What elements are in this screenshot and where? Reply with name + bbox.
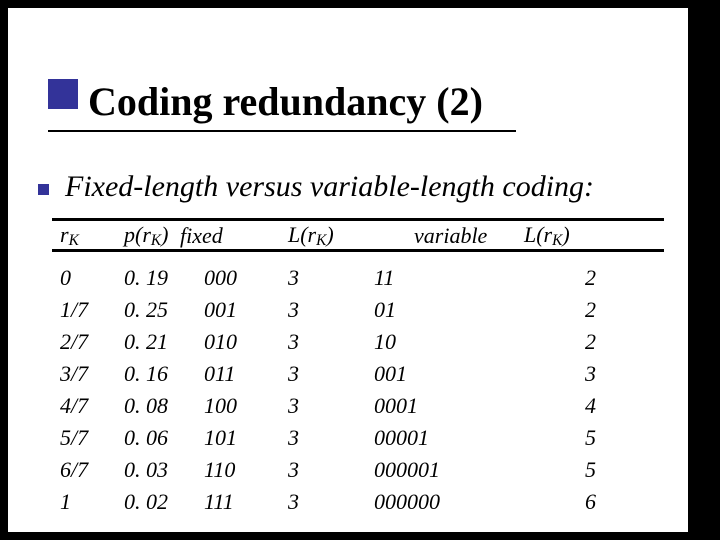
table-row: 1/70. 250013012	[54, 294, 664, 326]
cell-fixed: 110	[204, 457, 288, 483]
cell-prk: 0. 25	[124, 297, 204, 323]
header-l1-suffix: )	[326, 222, 333, 247]
cell-fixed: 010	[204, 329, 288, 355]
slide: Coding redundancy (2) Fixed-length versu…	[8, 8, 688, 532]
cell-l2: 2	[524, 297, 620, 323]
cell-l2: 6	[524, 489, 620, 515]
cell-l1: 3	[288, 361, 374, 387]
cell-rk: 1/7	[54, 297, 124, 323]
header-rk-base: r	[60, 222, 69, 247]
cell-prk: 0. 19	[124, 265, 204, 291]
header-rk-sub: K	[69, 232, 79, 249]
cell-l1: 3	[288, 265, 374, 291]
cell-l2: 4	[524, 393, 620, 419]
cell-fixed: 000	[204, 265, 288, 291]
header-l1-sub: K	[316, 232, 326, 249]
cell-fixed: 001	[204, 297, 288, 323]
cell-l1: 3	[288, 297, 374, 323]
table-row: 10. 0211130000006	[54, 486, 664, 518]
cell-prk: 0. 08	[124, 393, 204, 419]
cell-l2: 5	[524, 425, 620, 451]
cell-l2: 3	[524, 361, 620, 387]
cell-var: 10	[374, 329, 524, 355]
cell-prk: 0. 16	[124, 361, 204, 387]
header-prk-suffix: )	[161, 222, 168, 247]
header-l2-prefix: L(r	[524, 222, 552, 247]
cell-l2: 5	[524, 457, 620, 483]
cell-var: 0001	[374, 393, 524, 419]
header-l1-prefix: L(r	[288, 222, 316, 247]
cell-var: 000001	[374, 457, 524, 483]
cell-l2: 2	[524, 265, 620, 291]
cell-prk: 0. 03	[124, 457, 204, 483]
table-row: 3/70. 1601130013	[54, 358, 664, 390]
cell-rk: 0	[54, 265, 124, 291]
cell-l1: 3	[288, 457, 374, 483]
cell-fixed: 111	[204, 489, 288, 515]
cell-l1: 3	[288, 425, 374, 451]
header-rk: rK	[54, 222, 124, 250]
cell-var: 000000	[374, 489, 524, 515]
cell-var: 01	[374, 297, 524, 323]
coding-table: rK p(rK) fixed L(rK) variable L(rK) 00. …	[54, 220, 664, 518]
header-prk-prefix: p(r	[124, 222, 151, 247]
cell-prk: 0. 02	[124, 489, 204, 515]
header-prk-sub: K	[151, 232, 161, 249]
square-bullet-small-icon	[38, 184, 49, 195]
table-row: 00. 190003112	[54, 262, 664, 294]
cell-rk: 4/7	[54, 393, 124, 419]
table-row: 4/70. 08100300014	[54, 390, 664, 422]
cell-l1: 3	[288, 393, 374, 419]
cell-var: 001	[374, 361, 524, 387]
page-number: 8	[704, 498, 712, 514]
cell-fixed: 011	[204, 361, 288, 387]
header-fixed: fixed	[204, 223, 288, 249]
header-fixed-label: fixed	[180, 223, 223, 248]
table-header-row: rK p(rK) fixed L(rK) variable L(rK)	[54, 220, 664, 252]
cell-l1: 3	[288, 329, 374, 355]
cell-rk: 5/7	[54, 425, 124, 451]
cell-rk: 1	[54, 489, 124, 515]
table-body: 00. 1900031121/70. 2500130122/70. 210103…	[54, 262, 664, 518]
cell-l1: 3	[288, 489, 374, 515]
header-l2-sub: K	[552, 232, 562, 249]
cell-l2: 2	[524, 329, 620, 355]
cell-rk: 6/7	[54, 457, 124, 483]
header-l2-suffix: )	[562, 222, 569, 247]
square-bullet-icon	[48, 79, 78, 109]
table-row: 6/70. 0311030000015	[54, 454, 664, 486]
slide-title: Coding redundancy (2)	[88, 79, 483, 124]
subtitle-text: Fixed-length versus variable-length codi…	[65, 170, 594, 203]
cell-fixed: 101	[204, 425, 288, 451]
cell-rk: 2/7	[54, 329, 124, 355]
cell-var: 11	[374, 265, 524, 291]
subtitle-wrap: Fixed-length versus variable-length codi…	[38, 170, 678, 204]
table-row: 5/70. 061013000015	[54, 422, 664, 454]
cell-prk: 0. 06	[124, 425, 204, 451]
cell-fixed: 100	[204, 393, 288, 419]
table-row: 2/70. 210103102	[54, 326, 664, 358]
header-l2: L(rK)	[524, 222, 620, 250]
header-l1: L(rK)	[288, 222, 374, 250]
header-variable: variable	[374, 223, 524, 249]
cell-rk: 3/7	[54, 361, 124, 387]
cell-var: 00001	[374, 425, 524, 451]
title-wrap: Coding redundancy (2)	[48, 78, 648, 125]
title-underline	[48, 130, 516, 132]
table-header-gap	[54, 252, 664, 262]
cell-prk: 0. 21	[124, 329, 204, 355]
